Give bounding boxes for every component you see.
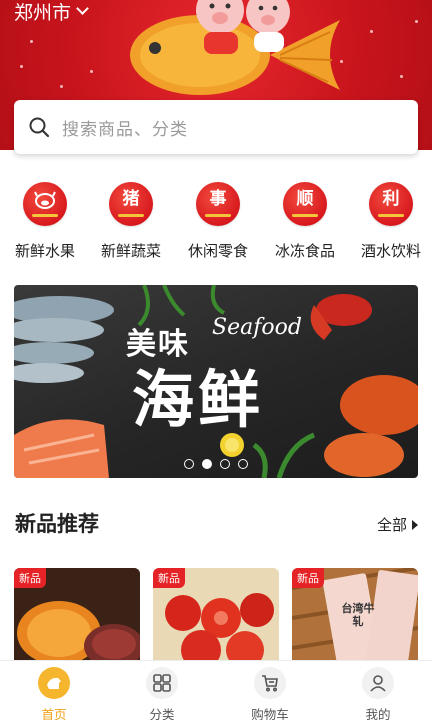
product-row: 新品 新品 台湾牛轧 新品: [14, 568, 418, 668]
carousel-dot[interactable]: [184, 459, 194, 469]
nougat-pack-label: 台湾牛轧: [341, 602, 375, 628]
home-icon: [38, 667, 70, 699]
carousel-title-en: Seafood: [212, 315, 302, 340]
category-item-drinks[interactable]: 利 酒水饮料: [350, 182, 432, 261]
category-badge: 顺: [283, 182, 327, 226]
category-badge: [23, 182, 67, 226]
section-title: 新品推荐: [15, 512, 99, 536]
home-page: 郑州市 搜索商品、分类 新鲜水果 猪 新鲜蔬菜 事 休闲零食 顺 冰冻食品 利 …: [0, 0, 432, 720]
tab-home[interactable]: 首页: [0, 667, 108, 720]
category-item-vegetables[interactable]: 猪 新鲜蔬菜: [90, 182, 172, 261]
carousel-dot[interactable]: [220, 459, 230, 469]
tab-profile[interactable]: 我的: [324, 667, 432, 720]
badge-char: 事: [209, 189, 227, 209]
category-label: 新鲜蔬菜: [100, 242, 161, 260]
badge-char: 利: [382, 189, 400, 209]
category-item-snacks[interactable]: 事 休闲零食: [177, 182, 259, 261]
tab-category[interactable]: 分类: [108, 667, 216, 720]
search-bar[interactable]: 搜索商品、分类: [14, 100, 418, 154]
new-tag: 新品: [14, 568, 46, 588]
city-selector[interactable]: 郑州市: [14, 0, 89, 25]
view-all-button[interactable]: 全部: [377, 514, 418, 535]
pig-face-icon: [34, 191, 56, 209]
cart-icon: [254, 667, 286, 699]
category-label: 酒水饮料: [360, 242, 421, 260]
bottom-tab-bar: 首页 分类 购物车 我的: [0, 660, 432, 720]
category-label: 休闲零食: [187, 242, 248, 260]
tab-label: 我的: [365, 707, 391, 720]
search-icon: [29, 117, 50, 138]
new-tag: 新品: [292, 568, 324, 588]
carousel-dot[interactable]: [238, 459, 248, 469]
carousel-dot-active[interactable]: [202, 459, 212, 469]
product-card-sweet-potato[interactable]: 新品: [14, 568, 140, 668]
category-nav: 新鲜水果 猪 新鲜蔬菜 事 休闲零食 顺 冰冻食品 利 酒水饮料: [0, 182, 432, 262]
carousel-title: 美味: [126, 327, 190, 362]
badge-char: 猪: [122, 189, 140, 209]
tab-cart[interactable]: 购物车: [216, 667, 324, 720]
koi-pig-illustration: [130, 0, 340, 95]
category-label: 冰冻食品: [274, 242, 335, 260]
view-all-label: 全部: [376, 516, 407, 534]
carousel-big-text: 海鲜: [132, 363, 265, 436]
carousel-indicator[interactable]: [184, 459, 248, 469]
badge-char: 顺: [296, 189, 314, 209]
category-label: 新鲜水果: [14, 242, 75, 260]
city-label: 郑州市: [14, 2, 72, 24]
new-tag: 新品: [153, 568, 185, 588]
category-item-frozen[interactable]: 顺 冰冻食品: [264, 182, 346, 261]
chevron-down-icon: [76, 2, 89, 15]
category-badge: 事: [196, 182, 240, 226]
promo-carousel[interactable]: 美味 Seafood 海鲜: [14, 285, 418, 478]
category-badge: 利: [369, 182, 413, 226]
user-icon: [362, 667, 394, 699]
search-placeholder: 搜索商品、分类: [62, 119, 188, 140]
product-card-tomato[interactable]: 新品: [153, 568, 279, 668]
tab-label: 购物车: [251, 707, 289, 720]
caret-right-icon: [412, 519, 418, 530]
category-item-fruit[interactable]: 新鲜水果: [4, 182, 86, 261]
tab-label: 分类: [149, 707, 175, 720]
product-card-nougat[interactable]: 台湾牛轧 新品: [292, 568, 418, 668]
category-badge: 猪: [109, 182, 153, 226]
category-grid-icon: [146, 667, 178, 699]
tab-label: 首页: [41, 707, 67, 720]
